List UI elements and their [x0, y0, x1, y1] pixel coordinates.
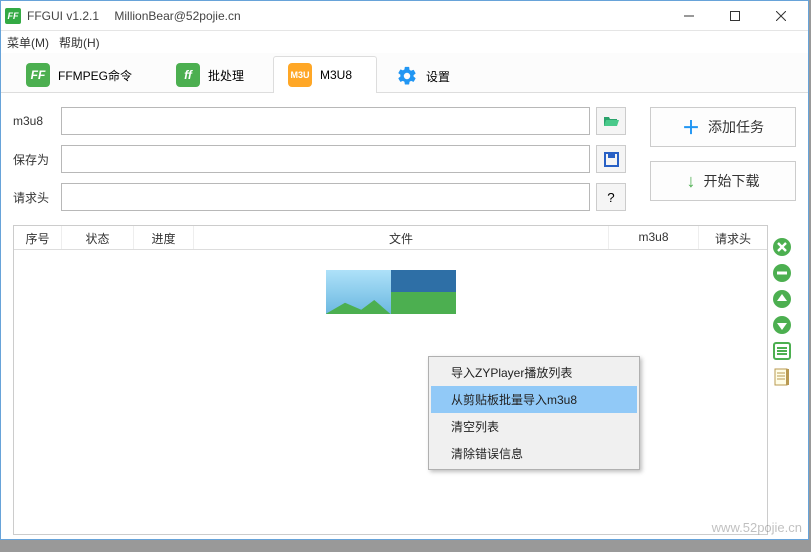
menu-main[interactable]: 菜单(M) — [7, 34, 49, 51]
ffmpeg-icon: FF — [26, 63, 50, 87]
main-window: FF FFGUI v1.2.1 MillionBear@52pojie.cn 菜… — [0, 0, 809, 540]
window-title: FFGUI v1.2.1 MillionBear@52pojie.cn — [27, 9, 241, 23]
menubar: 菜单(M) 帮助(H) — [1, 31, 808, 53]
stop-icon[interactable] — [772, 263, 792, 283]
log-icon[interactable] — [772, 367, 792, 387]
help-button[interactable]: ? — [596, 183, 626, 211]
tab-bar: FF FFMPEG命令 ff 批处理 M3U M3U8 设置 — [1, 53, 808, 93]
add-task-label: 添加任务 — [708, 117, 764, 137]
m3u8-icon: M3U — [288, 63, 312, 87]
tab-settings-label: 设置 — [426, 68, 450, 85]
batch-icon: ff — [176, 63, 200, 87]
close-button[interactable] — [758, 2, 804, 30]
start-download-label: 开始下载 — [704, 171, 760, 191]
tab-settings[interactable]: 设置 — [381, 58, 475, 93]
minimize-button[interactable] — [666, 2, 712, 30]
delete-icon[interactable] — [772, 237, 792, 257]
headers-input[interactable] — [61, 183, 590, 211]
saveas-label: 保存为 — [13, 151, 55, 168]
th-progress[interactable]: 进度 — [134, 226, 194, 249]
tab-batch[interactable]: ff 批处理 — [161, 56, 269, 93]
menu-help[interactable]: 帮助(H) — [59, 34, 100, 51]
folder-open-icon — [603, 114, 619, 128]
app-version: v1.2.1 — [66, 9, 99, 23]
task-table[interactable]: 序号 状态 进度 文件 m3u8 请求头 导入ZYPlayer播放列表 从剪贴板… — [13, 225, 768, 535]
watermark: www.52pojie.cn — [712, 520, 802, 535]
move-down-icon[interactable] — [772, 315, 792, 335]
saveas-input[interactable] — [61, 145, 590, 173]
app-name: FFGUI — [27, 9, 63, 23]
side-toolbar — [768, 225, 796, 535]
th-index[interactable]: 序号 — [14, 226, 62, 249]
th-status[interactable]: 状态 — [62, 226, 134, 249]
app-icon: FF — [5, 8, 21, 24]
titlebar: FF FFGUI v1.2.1 MillionBear@52pojie.cn — [1, 1, 808, 31]
th-m3u8[interactable]: m3u8 — [609, 226, 699, 249]
tab-ffmpeg[interactable]: FF FFMPEG命令 — [11, 56, 157, 93]
m3u8-input[interactable] — [61, 107, 590, 135]
cm-import-clipboard[interactable]: 从剪贴板批量导入m3u8 — [431, 386, 637, 413]
m3u8-label: m3u8 — [13, 114, 55, 128]
question-icon: ? — [607, 190, 614, 205]
move-up-icon[interactable] — [772, 289, 792, 309]
save-button[interactable] — [596, 145, 626, 173]
app-author: MillionBear@52pojie.cn — [114, 9, 240, 23]
m3u8-panel: m3u8 保存为 请求头 ? — [1, 93, 808, 539]
open-file-button[interactable] — [596, 107, 626, 135]
tab-m3u8[interactable]: M3U M3U8 — [273, 56, 377, 93]
start-download-button[interactable]: ↓ 开始下载 — [650, 161, 796, 201]
table-body[interactable]: 导入ZYPlayer播放列表 从剪贴板批量导入m3u8 清空列表 清除错误信息 — [14, 250, 767, 534]
maximize-button[interactable] — [712, 2, 758, 30]
add-task-button[interactable]: ＋ 添加任务 — [650, 107, 796, 147]
context-menu: 导入ZYPlayer播放列表 从剪贴板批量导入m3u8 清空列表 清除错误信息 — [428, 356, 640, 470]
tab-ffmpeg-label: FFMPEG命令 — [58, 67, 132, 84]
cm-clear-errors[interactable]: 清除错误信息 — [431, 440, 637, 467]
gear-icon — [396, 65, 418, 87]
download-icon: ↓ — [687, 171, 696, 192]
tab-m3u8-label: M3U8 — [320, 68, 352, 82]
table-header: 序号 状态 进度 文件 m3u8 请求头 — [14, 226, 767, 250]
cm-clear-list[interactable]: 清空列表 — [431, 413, 637, 440]
th-file[interactable]: 文件 — [194, 226, 609, 249]
cm-import-zyplayer[interactable]: 导入ZYPlayer播放列表 — [431, 359, 637, 386]
th-headers[interactable]: 请求头 — [699, 226, 767, 249]
save-icon — [604, 152, 619, 167]
plus-icon: ＋ — [682, 114, 700, 140]
headers-label: 请求头 — [13, 189, 55, 206]
empty-placeholder-image — [326, 270, 456, 314]
list-icon[interactable] — [772, 341, 792, 361]
window-controls — [666, 2, 804, 30]
tab-batch-label: 批处理 — [208, 67, 244, 84]
